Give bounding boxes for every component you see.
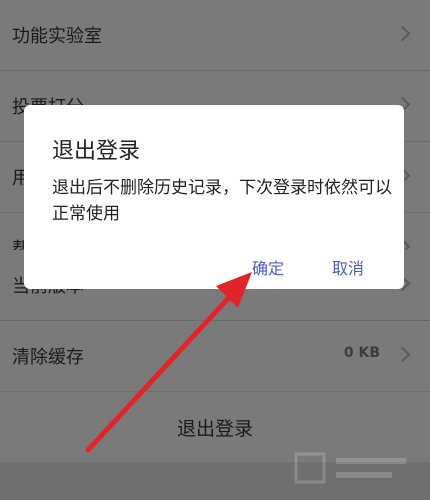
logout-label: 退出登录 — [176, 418, 253, 440]
chevron-right-icon — [394, 346, 411, 363]
chevron-right-icon — [394, 25, 411, 42]
cache-size-value: 0 KB — [343, 345, 380, 361]
dialog-message: 退出后不删除历史记录，下次登录时依然可以正常使用 — [52, 178, 392, 224]
settings-item-label: 功能实验室 — [12, 26, 102, 47]
settings-item-lab[interactable]: 功能实验室 — [0, 0, 430, 70]
confirm-button[interactable]: 确定 — [252, 255, 284, 279]
settings-item-clear-cache[interactable]: 清除缓存 0 KB — [0, 321, 430, 391]
settings-item-label: 清除缓存 — [12, 347, 84, 368]
dialog-title: 退出登录 — [52, 139, 141, 164]
logout-confirm-dialog: 退出登录 退出后不删除历史记录，下次登录时依然可以正常使用 确定 取消 — [24, 105, 404, 289]
cancel-button[interactable]: 取消 — [332, 255, 364, 279]
watermark-logo — [294, 452, 406, 484]
